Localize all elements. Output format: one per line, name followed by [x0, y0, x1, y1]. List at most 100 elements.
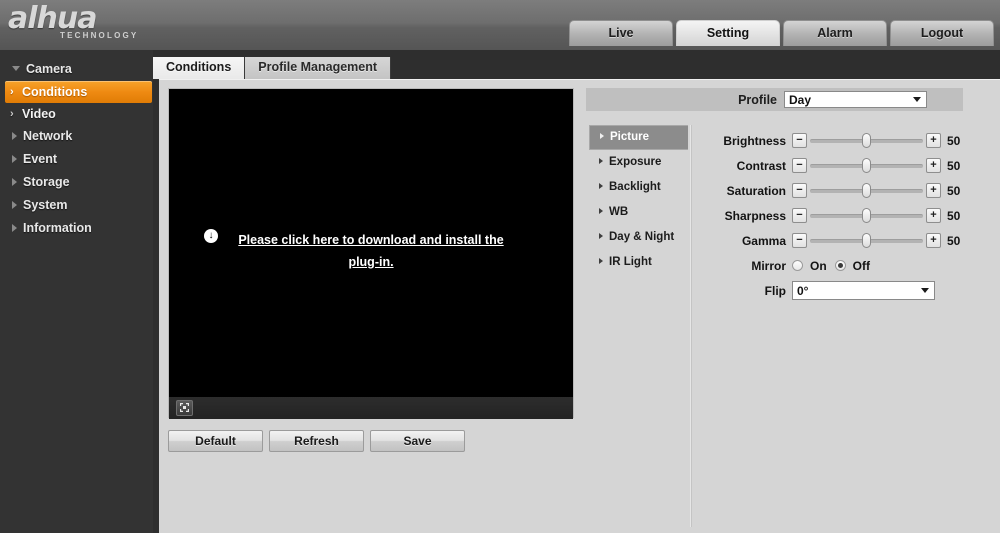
contrast-value: 50 [947, 158, 961, 173]
mirror-on-label: On [810, 258, 827, 273]
content-area: Conditions Profile Management ↓ Please c… [153, 50, 1000, 533]
chevron-down-icon [12, 66, 20, 72]
submenu-item-day-night[interactable]: Day & Night [589, 225, 688, 250]
profile-select-value: Day [789, 93, 812, 107]
sidebar-item-label: Video [22, 107, 56, 121]
slider-thumb[interactable] [861, 158, 871, 173]
gamma-increase-button[interactable]: + [926, 233, 941, 248]
slider-thumb[interactable] [861, 133, 871, 148]
logo-wordmark: alhua [8, 1, 98, 36]
mirror-radio-on[interactable] [792, 260, 803, 271]
slider-thumb[interactable] [861, 183, 871, 198]
submenu-item-picture[interactable]: Picture [589, 125, 688, 150]
sidebar-item-conditions[interactable]: › Conditions [5, 81, 152, 103]
panel-divider [690, 125, 692, 527]
submenu-label: Picture [610, 131, 649, 143]
sidebar-group-information[interactable]: Information [0, 217, 153, 240]
slider-thumb[interactable] [861, 233, 871, 248]
sidebar-group-network[interactable]: Network [0, 125, 153, 148]
submenu-label: IR Light [609, 256, 652, 268]
submenu-label: WB [609, 206, 629, 218]
settings-panel: ↓ Please click here to download and inst… [159, 79, 1000, 533]
contrast-increase-button[interactable]: + [926, 158, 941, 173]
default-button[interactable]: Default [168, 430, 263, 452]
chevron-right-icon [12, 177, 17, 186]
sharpness-increase-button[interactable]: + [926, 208, 941, 223]
flip-label: Flip [764, 283, 786, 298]
chevron-down-icon [921, 288, 929, 293]
sidebar-group-event[interactable]: Event [0, 148, 153, 171]
chevron-right-icon [12, 200, 17, 209]
sidebar-item-video[interactable]: › Video [0, 103, 153, 125]
logo-tagline: TECHNOLOGY [60, 31, 139, 40]
chevron-right-icon [599, 207, 603, 214]
video-canvas[interactable]: ↓ Please click here to download and inst… [169, 89, 573, 397]
plugin-download-link[interactable]: Please click here to download and instal… [238, 233, 503, 247]
chevron-right-icon [599, 257, 603, 264]
sharpness-decrease-button[interactable]: − [792, 208, 807, 223]
submenu-item-ir-light[interactable]: IR Light [589, 250, 688, 275]
gamma-decrease-button[interactable]: − [792, 233, 807, 248]
setting-row-mirror: Mirror On Off [704, 253, 994, 278]
nav-tab-live[interactable]: Live [569, 20, 673, 46]
download-arrow-icon: ↓ [204, 229, 218, 243]
dahua-logo: alhua TECHNOLOGY [8, 4, 148, 46]
tab-profile-management[interactable]: Profile Management [245, 57, 392, 79]
sharpness-slider[interactable] [810, 208, 923, 223]
video-preview: ↓ Please click here to download and inst… [168, 88, 574, 419]
mirror-radio-off[interactable] [834, 260, 846, 271]
submenu-item-wb[interactable]: WB [589, 200, 688, 225]
sidebar-group-label: Information [23, 221, 92, 235]
sharpness-value: 50 [947, 208, 961, 223]
contrast-decrease-button[interactable]: − [792, 158, 807, 173]
setting-row-sharpness: Sharpness − + 50 [704, 203, 994, 228]
app-header: alhua TECHNOLOGY Live Setting Alarm Logo… [0, 0, 1000, 51]
nav-tab-setting[interactable]: Setting [676, 20, 780, 46]
brightness-decrease-button[interactable]: − [792, 133, 807, 148]
settings-submenu: Picture Exposure Backlight WB Day & Nigh… [589, 125, 688, 275]
main-nav: Live Setting Alarm Logout [569, 20, 994, 46]
video-toolbar [169, 397, 573, 419]
setting-row-gamma: Gamma − + 50 [704, 228, 994, 253]
flip-select[interactable]: 0° [792, 281, 935, 300]
picture-settings: Brightness − + 50 Contrast − + 50 Satura… [704, 128, 994, 303]
chevron-right-icon [599, 182, 603, 189]
sidebar-group-storage[interactable]: Storage [0, 171, 153, 194]
chevron-right-icon [12, 131, 17, 140]
tab-conditions[interactable]: Conditions [153, 57, 246, 79]
submenu-label: Day & Night [609, 231, 675, 243]
chevron-right-icon [599, 232, 603, 239]
nav-tab-logout[interactable]: Logout [890, 20, 994, 46]
saturation-increase-button[interactable]: + [926, 183, 941, 198]
nav-tab-alarm[interactable]: Alarm [783, 20, 887, 46]
submenu-label: Backlight [609, 181, 661, 193]
brightness-slider[interactable] [810, 133, 923, 148]
profile-label: Profile [738, 92, 777, 107]
saturation-slider[interactable] [810, 183, 923, 198]
submenu-item-exposure[interactable]: Exposure [589, 150, 688, 175]
fullscreen-icon[interactable] [176, 400, 193, 416]
chevron-right-icon [599, 157, 603, 164]
gamma-value: 50 [947, 233, 961, 248]
saturation-decrease-button[interactable]: − [792, 183, 807, 198]
sidebar-group-camera[interactable]: Camera [0, 58, 153, 81]
contrast-label: Contrast [736, 158, 786, 173]
refresh-button[interactable]: Refresh [269, 430, 364, 452]
sidebar-group-label: Camera [26, 62, 72, 76]
tab-bar: Conditions Profile Management [153, 57, 392, 79]
saturation-value: 50 [947, 183, 961, 198]
brightness-increase-button[interactable]: + [926, 133, 941, 148]
profile-bar: Profile Day [586, 88, 963, 111]
contrast-slider[interactable] [810, 158, 923, 173]
chevron-right-icon: › [10, 108, 14, 120]
gamma-slider[interactable] [810, 233, 923, 248]
slider-thumb[interactable] [861, 208, 871, 223]
submenu-item-backlight[interactable]: Backlight [589, 175, 688, 200]
setting-row-contrast: Contrast − + 50 [704, 153, 994, 178]
sidebar-group-label: Network [23, 129, 73, 143]
sidebar-group-system[interactable]: System [0, 194, 153, 217]
saturation-label: Saturation [726, 183, 786, 198]
plugin-download-link-2[interactable]: plug-in. [348, 255, 393, 269]
save-button[interactable]: Save [370, 430, 465, 452]
profile-select[interactable]: Day [784, 91, 927, 108]
